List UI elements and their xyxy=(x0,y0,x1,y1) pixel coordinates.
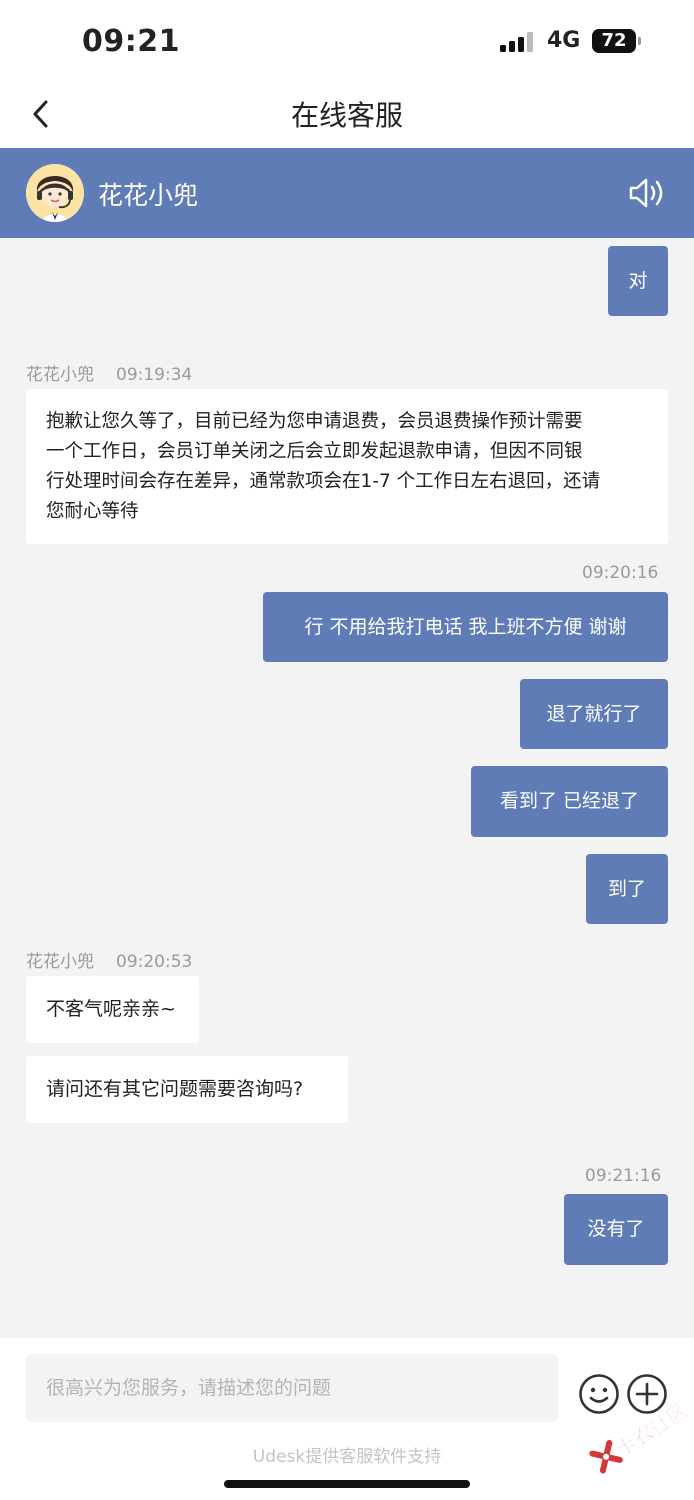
message-meta: 花花小兜 09:20:53 xyxy=(26,947,192,972)
home-indicator[interactable] xyxy=(224,1480,470,1488)
nav-bar: 在线客服 xyxy=(0,80,694,148)
message-bubble-incoming: 请问还有其它问题需要咨询吗? xyxy=(26,1056,348,1123)
message-bubble-incoming: 抱歉让您久等了，目前已经为您申请退费，会员退费操作预计需要 一个工作日，会员订单… xyxy=(26,389,668,544)
message-text: 看到了 已经退了 xyxy=(499,790,640,812)
status-time: 09:21 xyxy=(82,24,180,59)
message-text: 到了 xyxy=(607,878,646,900)
sender-name: 花花小兜 xyxy=(26,365,94,385)
message-text: 退了就行了 xyxy=(546,703,642,725)
message-time: 09:20:53 xyxy=(116,952,193,972)
input-bar: Udesk提供客服软件支持 xyxy=(0,1338,694,1500)
message-text: 行 不用给我打电话 我上班不方便 谢谢 xyxy=(304,616,627,638)
agent-header: 花花小兜 xyxy=(0,148,694,238)
speaker-icon xyxy=(629,178,663,208)
message-text: 对 xyxy=(628,270,648,292)
message-bubble-outgoing: 到了 xyxy=(586,854,668,924)
agent-name: 花花小兜 xyxy=(98,181,199,210)
signal-icon xyxy=(500,32,534,52)
message-text: 请问还有其它问题需要咨询吗? xyxy=(46,1078,304,1100)
status-bar: 09:21 4G 72 xyxy=(0,0,694,80)
message-text: 没有了 xyxy=(587,1218,645,1240)
message-bubble-incoming: 不客气呢亲亲~ xyxy=(26,976,199,1043)
sender-name: 花花小兜 xyxy=(26,952,94,972)
sound-toggle-button[interactable] xyxy=(628,176,668,210)
message-bubble-outgoing: 行 不用给我打电话 我上班不方便 谢谢 xyxy=(263,592,668,662)
message-time: 09:19:34 xyxy=(116,365,193,385)
message-text-line: 一个工作日，会员订单关闭之后会立即发起退款申请，但因不同银 xyxy=(46,441,583,462)
message-text-line: 抱歉让您久等了，目前已经为您申请退费，会员退费操作预计需要 xyxy=(46,411,583,432)
message-text-line: 您耐心等待 xyxy=(46,501,139,522)
message-bubble-outgoing: 看到了 已经退了 xyxy=(471,766,668,837)
message-time: 09:20:16 xyxy=(582,563,659,583)
network-type: 4G xyxy=(547,28,581,53)
page-title: 在线客服 xyxy=(290,99,403,132)
battery-level: 72 xyxy=(601,30,627,51)
message-text-line: 行处理时间会存在差异，通常款项会在1-7 个工作日左右退回，还请 xyxy=(46,471,601,492)
message-meta: 花花小兜 09:19:34 xyxy=(26,360,192,385)
watermark-text: 卡农社区 xyxy=(611,1398,692,1461)
battery-icon: 72 xyxy=(592,29,641,53)
agent-avatar-icon xyxy=(26,164,84,222)
message-text: 不客气呢亲亲~ xyxy=(46,998,176,1020)
chat-area[interactable]: 对 花花小兜 09:19:34 抱歉让您久等了，目前已经为您申请退费，会员退费操作… xyxy=(0,238,694,1338)
message-bubble-outgoing: 对 xyxy=(608,246,668,316)
message-bubble-outgoing: 没有了 xyxy=(564,1194,668,1265)
message-bubble-outgoing: 退了就行了 xyxy=(520,679,668,749)
message-time: 09:21:16 xyxy=(585,1166,662,1186)
message-input[interactable] xyxy=(26,1354,558,1422)
